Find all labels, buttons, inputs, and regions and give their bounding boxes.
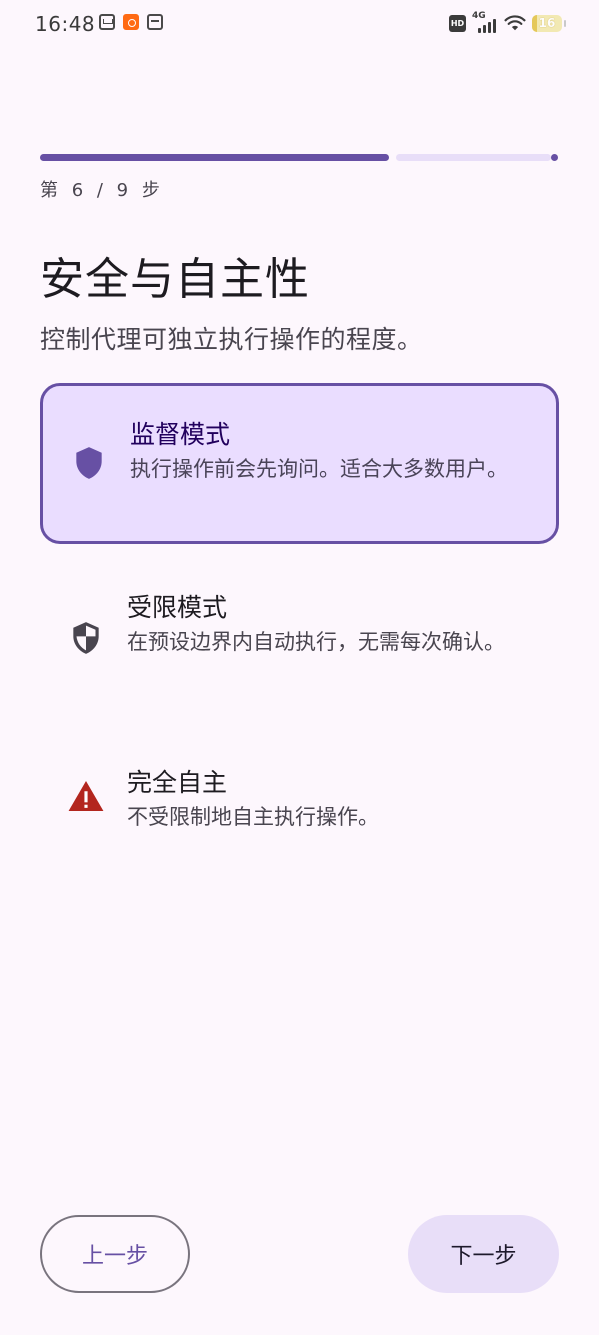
option-title: 受限模式 [127,593,228,622]
step-progress-bar [40,154,559,162]
option-title: 完全自主 [127,768,228,797]
status-time: 16:48 [35,12,96,36]
battery-level: 16 [538,16,556,30]
shield-half-icon [73,622,99,654]
progress-end-dot [551,154,558,161]
option-title: 监督模式 [130,420,231,449]
step-counter: 第 6 / 9 步 [40,180,164,201]
battery-tip [564,19,566,27]
option-description: 执行操作前会先询问。适合大多数用户。 [130,457,508,481]
option-supervised-mode[interactable]: 监督模式 执行操作前会先询问。适合大多数用户。 [40,383,559,544]
status-bar: 16:48 HD 4G 16 [0,0,599,48]
option-full-autonomy[interactable]: 完全自主 不受限制地自主执行操作。 [40,745,559,855]
progress-completed-track [40,154,389,161]
back-button[interactable]: 上一步 [40,1215,190,1293]
battery-icon: 16 [532,14,562,32]
progress-remaining-track [396,154,551,161]
option-restricted-mode[interactable]: 受限模式 在预设边界内自动执行，无需每次确认。 [40,561,559,711]
next-button[interactable]: 下一步 [408,1215,559,1293]
app-notification-icon [99,14,115,30]
app-notification-icon [147,14,163,30]
shield-icon [76,447,102,479]
page-title: 安全与自主性 [40,254,310,305]
option-description: 不受限制地自主执行操作。 [127,805,379,829]
wifi-icon [504,15,526,31]
cellular-signal-icon: 4G [472,11,498,33]
warning-icon [68,780,104,812]
taobao-notification-icon [123,14,139,30]
hd-icon: HD [449,14,466,32]
option-description: 在预设边界内自动执行，无需每次确认。 [127,630,505,654]
page-subtitle: 控制代理可独立执行操作的程度。 [40,325,423,354]
system-indicators: HD 4G 16 [449,11,566,33]
notification-icons [99,14,163,30]
